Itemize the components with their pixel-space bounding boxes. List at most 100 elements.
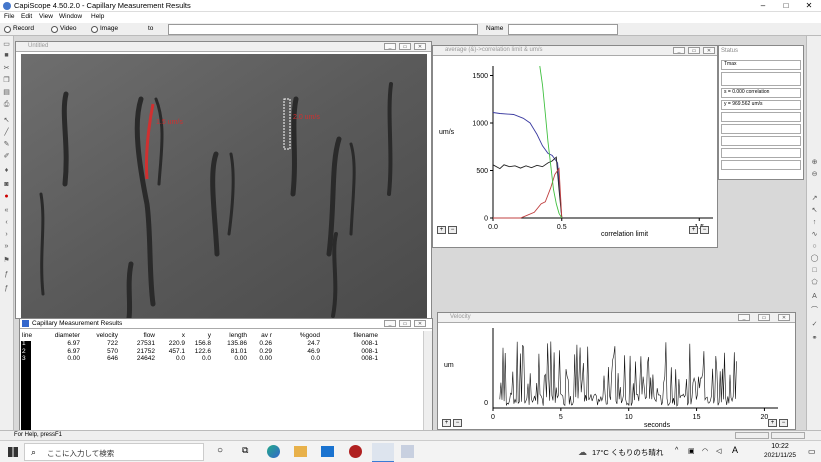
close-icon[interactable]: ✕ <box>703 47 715 54</box>
app-icon-tools[interactable] <box>401 445 414 458</box>
tray-chevron-icon[interactable]: ^ <box>675 447 678 454</box>
maximize-icon[interactable]: □ <box>775 0 797 12</box>
weather-text[interactable]: 17°C くもりのち晴れ <box>592 447 663 458</box>
cell[interactable]: 46.9 <box>288 348 320 356</box>
ime-indicator[interactable]: A <box>732 445 738 455</box>
cell[interactable]: 6.97 <box>44 348 80 356</box>
fastforward-icon[interactable]: » <box>2 242 11 251</box>
menu-window[interactable]: Window <box>59 13 82 20</box>
image-radio[interactable] <box>91 26 98 33</box>
tray-app-icon[interactable]: ▣ <box>688 447 695 455</box>
search-box[interactable]: ⌕ ここに入力して検索 <box>24 443 204 461</box>
speaker-icon[interactable]: ◁ <box>716 447 721 455</box>
cell[interactable]: 3 <box>22 355 32 363</box>
cut-icon[interactable]: ✂ <box>2 64 11 73</box>
cell[interactable]: 24.7 <box>288 340 320 348</box>
cell[interactable]: 722 <box>84 340 118 348</box>
cell[interactable]: 122.6 <box>186 348 211 356</box>
capillary-video-frame[interactable]: 1.5 um/s 2.0 um/s <box>21 54 427 318</box>
minimize-icon[interactable]: _ <box>384 43 396 50</box>
pointer-icon[interactable]: ↖ <box>2 116 11 125</box>
cell[interactable]: 2 <box>22 348 32 356</box>
cell[interactable]: 27531 <box>121 340 155 348</box>
menu-help[interactable]: Help <box>91 13 104 20</box>
zoom-out-icon[interactable]: − <box>453 419 462 427</box>
camera-icon[interactable]: ◙ <box>2 180 11 189</box>
taskview-icon[interactable]: ⧉ <box>242 445 248 456</box>
zoom-in-icon[interactable]: ⊕ <box>810 158 819 167</box>
rewind-icon[interactable]: « <box>2 206 11 215</box>
cell[interactable]: 81.01 <box>212 348 247 356</box>
close-icon[interactable]: ✕ <box>778 314 790 321</box>
windows-start-icon[interactable] <box>8 447 18 457</box>
close-icon[interactable]: ✕ <box>414 43 426 50</box>
zoom-in-icon[interactable]: + <box>689 226 698 234</box>
cell[interactable]: 457.1 <box>160 348 185 356</box>
notification-icon[interactable]: ▭ <box>808 447 816 456</box>
cell[interactable]: 008-1 <box>342 340 378 348</box>
polygon-icon[interactable]: ⬠ <box>810 278 819 287</box>
minimize-icon[interactable]: _ <box>673 47 685 54</box>
flag-icon[interactable]: ⚑ <box>2 256 11 265</box>
square-icon[interactable]: □ <box>810 266 819 275</box>
line-icon[interactable]: ╱ <box>2 128 11 137</box>
text-icon[interactable]: A <box>810 292 819 301</box>
cell[interactable]: 0.00 <box>250 355 272 363</box>
circle-icon[interactable]: ○ <box>810 242 819 251</box>
edge-icon[interactable] <box>267 445 280 458</box>
arrow-ne-icon[interactable]: ↗ <box>810 194 819 203</box>
measure-icon[interactable]: ✐ <box>2 152 11 161</box>
cell[interactable]: 220.9 <box>160 340 185 348</box>
minimize-icon[interactable]: – <box>752 0 774 12</box>
close-icon[interactable]: ✕ <box>798 0 820 12</box>
ellipse-icon[interactable]: ◯ <box>810 254 819 263</box>
cell[interactable]: 6.97 <box>44 340 80 348</box>
zoom-out-icon[interactable]: ⊖ <box>810 170 819 179</box>
print-icon[interactable]: ⎙ <box>2 100 11 109</box>
cell[interactable]: 0.0 <box>160 355 185 363</box>
clock-date[interactable]: 2021/11/25 <box>755 452 805 459</box>
cell[interactable]: 008-1 <box>342 355 378 363</box>
arc-icon[interactable]: ⌒ <box>810 306 819 315</box>
cell[interactable]: 0.0 <box>186 355 211 363</box>
record-icon[interactable]: ● <box>2 192 11 201</box>
cell[interactable]: 156.8 <box>186 340 211 348</box>
cell[interactable]: 1 <box>22 340 32 348</box>
paste-icon[interactable]: ▤ <box>2 88 11 97</box>
zoom-out-icon[interactable]: − <box>700 226 709 234</box>
minimize-icon[interactable]: _ <box>738 314 750 321</box>
results-scrollbar[interactable] <box>423 331 432 430</box>
cell[interactable]: 135.86 <box>212 340 247 348</box>
close-icon[interactable]: ✕ <box>414 320 426 327</box>
menu-file[interactable]: File <box>4 13 14 20</box>
pen-icon[interactable]: ✎ <box>2 140 11 149</box>
cell[interactable]: 0.29 <box>250 348 272 356</box>
cell[interactable]: 24642 <box>121 355 155 363</box>
zoom-out-icon[interactable]: − <box>779 419 788 427</box>
cell[interactable]: 646 <box>84 355 118 363</box>
capiscope-task-icon[interactable] <box>372 443 394 462</box>
clock-time[interactable]: 10:22 <box>758 443 802 450</box>
path-field[interactable] <box>168 24 478 35</box>
restore-icon[interactable]: ▭ <box>399 43 411 50</box>
check-icon[interactable]: ✓ <box>810 320 819 329</box>
back-icon[interactable]: ‹ <box>2 218 11 227</box>
cell[interactable]: 21752 <box>121 348 155 356</box>
zoom-in-icon[interactable]: + <box>768 419 777 427</box>
zoom-in-icon[interactable]: + <box>437 226 446 234</box>
save-icon[interactable]: ■ <box>2 51 11 60</box>
app-icon-red[interactable] <box>349 445 362 458</box>
video-radio[interactable] <box>51 26 58 33</box>
record-radio[interactable] <box>4 26 11 33</box>
menu-edit[interactable]: Edit <box>21 13 32 20</box>
restore-icon[interactable]: ▭ <box>688 47 700 54</box>
cortana-icon[interactable]: ○ <box>217 445 223 456</box>
minimize-icon[interactable]: _ <box>384 320 396 327</box>
explorer-icon[interactable] <box>294 446 307 457</box>
cell[interactable]: 0.26 <box>250 340 272 348</box>
arrow-nw-icon[interactable]: ↖ <box>810 206 819 215</box>
fx-icon[interactable]: ƒ <box>2 270 11 279</box>
cell[interactable]: 0.00 <box>212 355 247 363</box>
cell[interactable]: 008-1 <box>342 348 378 356</box>
copy-icon[interactable]: ❐ <box>2 76 11 85</box>
